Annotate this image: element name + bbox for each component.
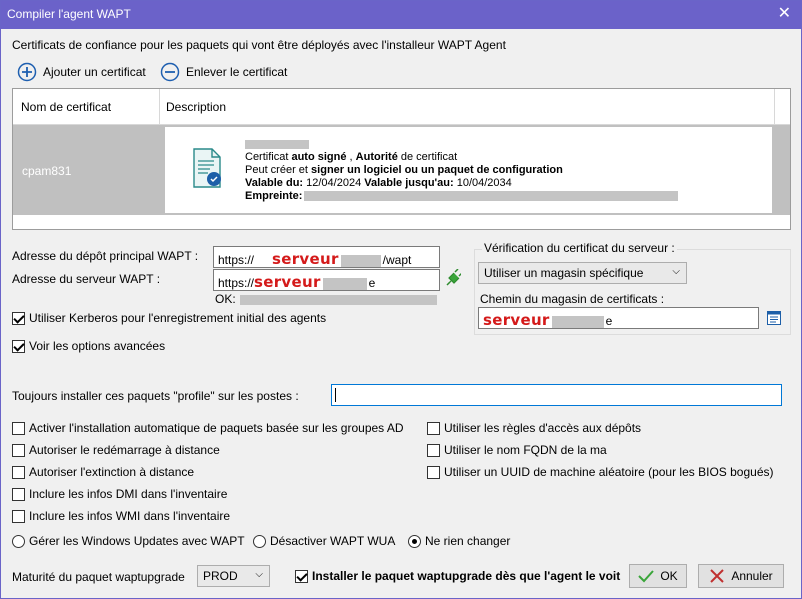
chevron-down-icon: ⌵ <box>255 569 263 580</box>
radio-disable-wua[interactable]: Désactiver WAPT WUA <box>253 534 395 548</box>
column-header-description[interactable]: Description <box>166 100 226 114</box>
option-fqdn[interactable]: Utiliser le nom FQDN de la ma <box>427 443 607 457</box>
row-name-cell: cpam831 <box>13 125 159 215</box>
add-certificate-button[interactable]: Ajouter un certificat <box>17 62 146 82</box>
kerberos-checkbox[interactable]: Utiliser Kerberos pour l'enregistrement … <box>12 311 326 325</box>
cert-store-input[interactable]: serveur e <box>478 307 759 329</box>
option-repo-rules[interactable]: Utiliser les règles d'accès aux dépôts <box>427 421 641 435</box>
option-remote-shutdown[interactable]: Autoriser l'extinction à distance <box>12 465 194 479</box>
repo-url-label: Adresse du dépôt principal WAPT : <box>12 249 199 263</box>
verification-mode-select[interactable]: Utiliser un magasin spécifique ⌵ <box>478 262 687 284</box>
server-url-input[interactable]: https://serveur e <box>213 269 440 291</box>
option-ad-groups[interactable]: Activer l'installation automatique de pa… <box>12 421 404 435</box>
maturity-select[interactable]: PROD ⌵ <box>197 565 270 587</box>
plug-icon[interactable] <box>445 269 461 287</box>
certificate-table: Nom de certificat Description cpam831 Ce… <box>12 88 791 230</box>
plus-circle-icon <box>17 62 37 82</box>
option-dmi-inventory[interactable]: Inclure les infos DMI dans l'inventaire <box>12 487 227 501</box>
advanced-options-checkbox[interactable]: Voir les options avancées <box>12 339 165 353</box>
chevron-down-icon: ⌵ <box>672 266 680 277</box>
check-icon <box>638 570 655 583</box>
column-header-name[interactable]: Nom de certificat <box>21 100 111 114</box>
option-wmi-inventory[interactable]: Inclure les infos WMI dans l'inventaire <box>12 509 230 523</box>
add-certificate-label: Ajouter un certificat <box>43 65 146 79</box>
option-random-uuid[interactable]: Utiliser un UUID de machine aléatoire (p… <box>427 465 773 479</box>
ok-button[interactable]: OK <box>629 564 687 588</box>
close-icon[interactable]: ✕ <box>778 5 791 23</box>
dialog-window: Compiler l'agent WAPT ✕ Certificats de c… <box>0 0 802 599</box>
table-header: Nom de certificat Description <box>13 89 790 125</box>
cancel-button[interactable]: Annuler <box>698 564 784 588</box>
certs-intro: Certificats de confiance pour les paquet… <box>12 38 506 52</box>
text-cursor <box>335 388 336 402</box>
remove-certificate-button[interactable]: Enlever le certificat <box>160 62 287 82</box>
certificate-name: cpam831 <box>22 164 72 178</box>
profiles-label: Toujours installer ces paquets "profile"… <box>12 389 299 403</box>
server-url-label: Adresse du serveur WAPT : <box>12 272 161 286</box>
radio-manage-wu[interactable]: Gérer les Windows Updates avec WAPT <box>12 534 245 548</box>
repo-url-input[interactable]: https://serveur/wapt <box>213 246 440 268</box>
option-remote-reboot[interactable]: Autoriser le redémarrage à distance <box>12 443 220 457</box>
server-status: OK: <box>215 292 437 306</box>
minus-circle-icon <box>160 62 180 82</box>
profiles-input[interactable] <box>331 384 782 406</box>
table-row[interactable]: cpam831 Certificat auto signé , Autorité… <box>13 125 790 215</box>
row-description-cell: Certificat auto signé , Autorité de cert… <box>165 127 772 213</box>
certificate-icon <box>193 148 221 188</box>
window-title: Compiler l'agent WAPT <box>7 7 131 21</box>
install-waptupgrade-checkbox[interactable]: Installer le paquet waptupgrade dès que … <box>295 569 620 583</box>
cross-icon <box>710 569 725 583</box>
remove-certificate-label: Enlever le certificat <box>186 65 288 79</box>
cert-store-label: Chemin du magasin de certificats : <box>480 292 665 306</box>
radio-no-change[interactable]: Ne rien changer <box>408 534 510 548</box>
maturity-label: Maturité du paquet waptupgrade <box>12 570 185 584</box>
verification-group-title: Vérification du certificat du serveur : <box>482 241 677 255</box>
browse-store-icon[interactable] <box>766 310 782 326</box>
title-bar: Compiler l'agent WAPT ✕ <box>1 1 801 29</box>
certificate-details: Certificat auto signé , Autorité de cert… <box>245 138 679 203</box>
